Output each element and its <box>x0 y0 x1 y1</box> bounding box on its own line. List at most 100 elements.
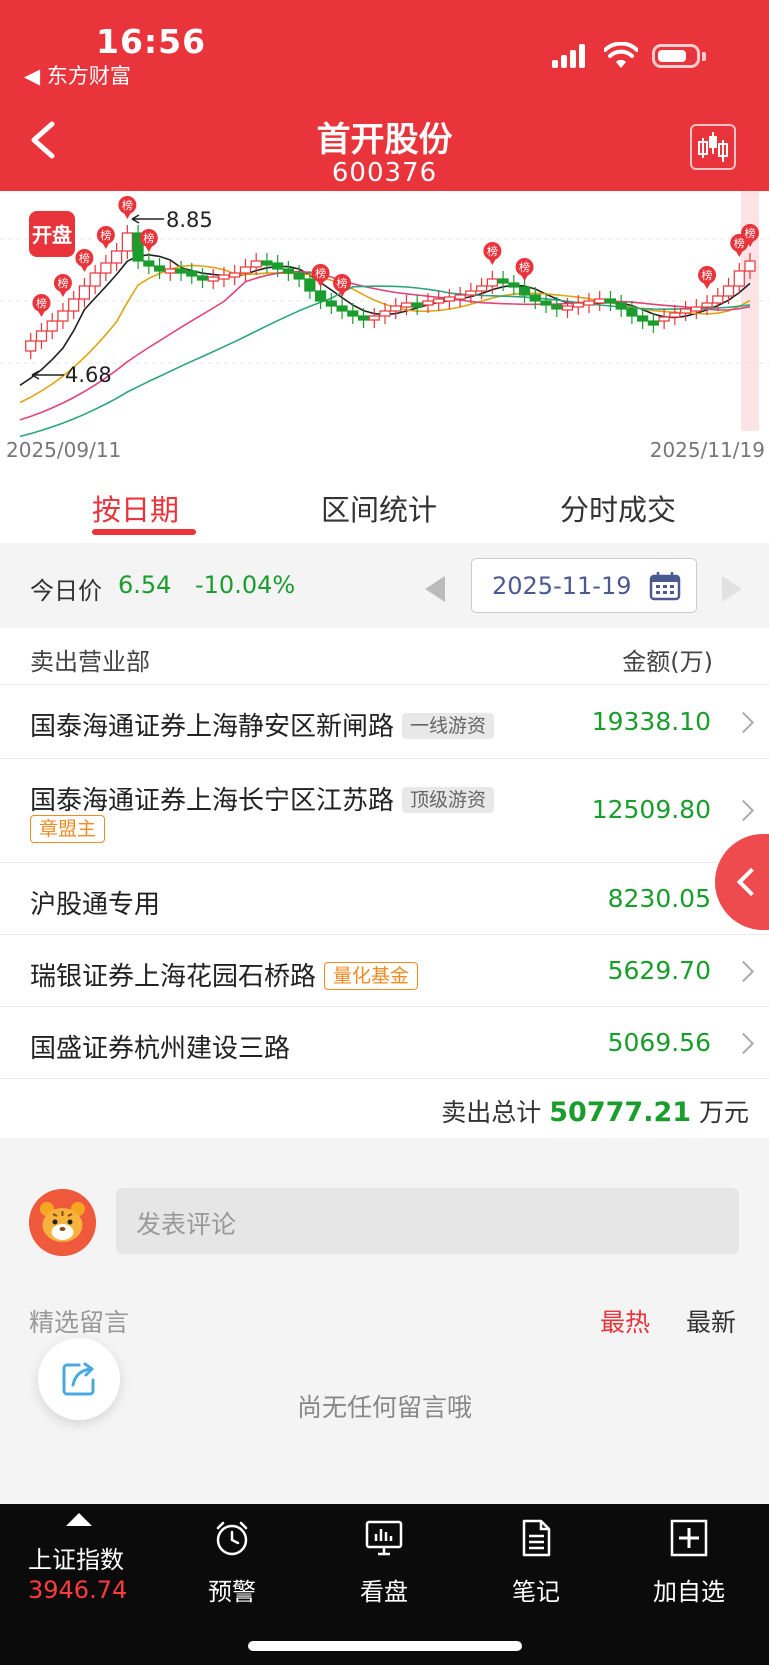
candle-body <box>35 330 48 342</box>
seller-name: 瑞银证券上海花园石桥路 <box>30 962 317 992</box>
svg-text:开盘: 开盘 <box>32 223 72 247</box>
seller-name: 沪股通专用 <box>30 890 161 920</box>
candle-body <box>25 340 37 352</box>
candlestick-icon <box>698 132 728 162</box>
candle-body <box>293 272 305 280</box>
sell-amount: 12509.80 <box>591 795 711 824</box>
ranking-marker-label: 榜 <box>315 266 326 280</box>
app-header: 16:56 ◀ 东方财富 首开股份 600376 <box>0 0 769 191</box>
open-badge: 开盘 <box>29 211 75 257</box>
back-to-app-link[interactable]: ◀ 东方财富 <box>24 60 131 90</box>
sell-amount: 8230.05 <box>607 884 711 913</box>
ranking-marker-label: 榜 <box>702 268 713 282</box>
candle-body <box>572 302 584 308</box>
price-label: 今日价 <box>30 577 102 605</box>
candle-body <box>186 270 198 277</box>
high-price-annotation: 8.85 <box>131 208 213 232</box>
stock-code: 600376 <box>331 158 438 188</box>
sort-hot-button[interactable]: 最热 <box>600 1303 650 1339</box>
kline-switch-button[interactable] <box>690 124 736 170</box>
candle-body <box>218 274 230 280</box>
ranking-marker-label: 榜 <box>519 260 530 274</box>
next-date-button[interactable] <box>722 576 742 602</box>
chart-start-date: 2025/09/11 <box>6 438 122 462</box>
signal-icon <box>552 44 592 68</box>
candle-body <box>529 294 541 302</box>
expand-up-icon <box>66 1513 92 1526</box>
candle-body <box>497 278 509 284</box>
table-row[interactable]: 瑞银证券上海花园石桥路 量化基金 5629.70 <box>0 934 769 1007</box>
candle-body <box>272 262 284 270</box>
alert-label: 预警 <box>208 1578 256 1606</box>
add-watchlist-button[interactable]: 加自选 <box>634 1504 744 1614</box>
candle-body <box>229 272 241 278</box>
candle-body <box>164 268 176 274</box>
notes-button[interactable]: 笔记 <box>481 1504 591 1614</box>
candle-body <box>121 232 133 252</box>
avatar[interactable] <box>29 1189 96 1256</box>
edit-icon <box>62 1362 95 1396</box>
candle-body <box>454 294 466 300</box>
sort-newest-button[interactable]: 最新 <box>686 1303 736 1339</box>
candle-body <box>111 250 123 264</box>
candle-body <box>368 315 380 321</box>
table-row[interactable]: 国泰海通证券上海静安区新闸路 一线游资 19338.10 <box>0 684 769 759</box>
candle-body <box>626 308 638 317</box>
comment-input[interactable]: 发表评论 <box>116 1188 739 1254</box>
candle-body <box>347 310 359 317</box>
candle-body <box>551 304 563 310</box>
ranking-marker-label: 榜 <box>122 198 133 212</box>
write-comment-button[interactable] <box>38 1338 120 1420</box>
candle-body <box>637 315 649 322</box>
table-row[interactable]: 国盛证券杭州建设三路 5069.56 <box>0 1006 769 1079</box>
candle-body <box>68 298 80 312</box>
ranking-marker: 榜 <box>75 249 94 272</box>
svg-text:8.85: 8.85 <box>166 208 213 232</box>
total-row: 卖出总计 50777.21 万元 <box>0 1078 769 1139</box>
svg-text:4.68: 4.68 <box>65 363 112 387</box>
candle-body <box>314 290 327 302</box>
tab-range-stats[interactable]: 区间统计 <box>321 487 437 529</box>
candle-body <box>733 270 745 287</box>
prev-date-button[interactable] <box>425 576 445 602</box>
candle-body <box>486 278 498 287</box>
table-row[interactable]: 沪股通专用 8230.05 <box>0 862 769 935</box>
candle-body <box>357 315 370 321</box>
tab-by-date[interactable]: 按日期 <box>92 487 179 529</box>
notes-label: 笔记 <box>512 1578 560 1606</box>
candle-body <box>465 290 477 296</box>
chevron-right-icon <box>732 799 755 822</box>
date-picker[interactable]: 2025-11-19 <box>471 558 697 613</box>
candle-body <box>78 285 91 300</box>
price-value: 6.54 <box>118 571 172 599</box>
ranking-marker: 榜 <box>698 266 717 289</box>
candle-body <box>476 285 488 292</box>
tab-bar: 按日期 区间统计 分时成交 <box>0 467 769 543</box>
bottom-toolbar: 上证指数 3946.74 预警 看盘 笔记 加自选 <box>0 1504 769 1665</box>
watch-market-label: 看盘 <box>360 1578 408 1606</box>
total-unit: 万元 <box>698 1098 749 1127</box>
candle-body <box>647 320 659 326</box>
candle-body <box>722 285 735 297</box>
candle-body <box>261 260 273 266</box>
candle-body <box>390 305 402 312</box>
candle-body <box>508 282 520 288</box>
kline-chart[interactable]: 榜榜榜榜榜榜榜榜榜榜榜榜榜 开盘 8.85 4.68 <box>0 191 769 467</box>
candle-body <box>422 300 434 306</box>
table-row[interactable]: 国泰海通证券上海长宁区江苏路 顶级游资 章盟主 12509.80 <box>0 758 769 863</box>
tab-intraday-trades[interactable]: 分时成交 <box>560 487 676 529</box>
seller-name: 国盛证券杭州建设三路 <box>30 1034 291 1064</box>
candle-body <box>196 275 209 281</box>
watch-market-button[interactable]: 看盘 <box>329 1504 439 1614</box>
index-value: 3946.74 <box>28 1576 128 1604</box>
candle-body <box>669 312 681 318</box>
alert-button[interactable]: 预警 <box>177 1504 287 1614</box>
sell-amount: 5629.70 <box>607 956 711 985</box>
ranking-marker-label: 榜 <box>79 251 90 265</box>
ranking-marker: 榜 <box>118 196 137 219</box>
ranking-marker-label: 榜 <box>100 228 111 242</box>
add-watchlist-label: 加自选 <box>653 1578 725 1606</box>
price-change: -10.04% <box>195 571 296 599</box>
ranking-marker-label: 榜 <box>36 296 47 310</box>
candle-body <box>690 306 702 312</box>
